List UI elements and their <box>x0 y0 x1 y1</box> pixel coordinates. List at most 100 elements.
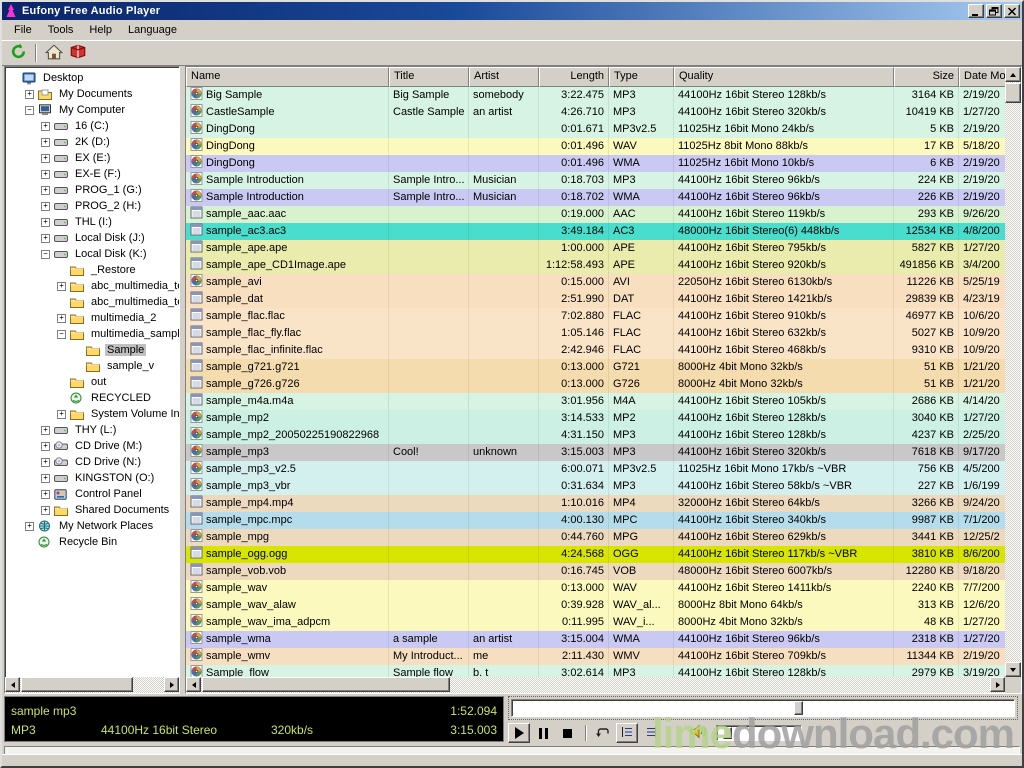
play-button[interactable] <box>508 723 530 743</box>
tree-horizontal-scrollbar[interactable] <box>5 677 179 693</box>
tree-item[interactable]: +PROG_2 (H:) <box>5 198 179 214</box>
table-row[interactable]: Sample IntroductionSample Intro...Musici… <box>186 172 1013 189</box>
table-row[interactable]: sample_wmaa samplean artist3:15.004WMA44… <box>186 631 1013 648</box>
tree-expand-icon[interactable]: + <box>41 426 50 435</box>
tree-expand-icon[interactable]: + <box>41 122 50 131</box>
tree-expand-icon[interactable]: + <box>41 458 50 467</box>
scroll-down-button[interactable] <box>1005 662 1021 677</box>
menu-language[interactable]: Language <box>120 22 185 38</box>
table-row[interactable]: sample_mp3_v2.56:00.071MP3v2.511025Hz 16… <box>186 461 1013 478</box>
table-row[interactable]: sample_g721.g7210:13.000G7218000Hz 4bit … <box>186 359 1013 376</box>
column-header-name[interactable]: Name <box>186 67 389 87</box>
table-row[interactable]: CastleSampleCastle Samplean artist4:26.7… <box>186 104 1013 121</box>
tree-expand-icon[interactable]: + <box>41 506 50 515</box>
table-row[interactable]: sample_mpg0:44.760MPG44100Hz 16bit Stere… <box>186 529 1013 546</box>
table-row[interactable]: sample_flac_infinite.flac2:42.946FLAC441… <box>186 342 1013 359</box>
tree-expand-icon[interactable]: + <box>41 186 50 195</box>
tree-item[interactable]: sample_v <box>5 358 179 374</box>
menu-tools[interactable]: Tools <box>40 22 82 38</box>
volume-slider[interactable] <box>716 725 802 741</box>
tree-item[interactable]: Recycle Bin <box>5 534 179 550</box>
tree-item[interactable]: −My Computer <box>5 102 179 118</box>
tree-item[interactable]: +THL (I:) <box>5 214 179 230</box>
tree-expand-icon[interactable]: + <box>57 314 66 323</box>
table-row[interactable]: sample_wav_alaw0:39.928WAV_al...8000Hz 8… <box>186 597 1013 614</box>
tree-item[interactable]: RECYCLED <box>5 390 179 406</box>
seek-track[interactable] <box>511 699 1015 717</box>
table-row[interactable]: Sample IntroductionSample Intro...Musici… <box>186 189 1013 206</box>
table-row[interactable]: sample_mp3Cool!unknown3:15.003MP344100Hz… <box>186 444 1013 461</box>
table-row[interactable]: sample_mp23:14.533MP244100Hz 16bit Stere… <box>186 410 1013 427</box>
playlist-button[interactable] <box>640 723 662 743</box>
tree-item[interactable]: _Restore <box>5 262 179 278</box>
tree-item[interactable]: +PROG_1 (G:) <box>5 182 179 198</box>
table-row[interactable]: sample_ogg.ogg4:24.568OGG44100Hz 16bit S… <box>186 546 1013 563</box>
seek-slider[interactable] <box>508 696 1018 720</box>
seek-thumb[interactable] <box>794 701 803 715</box>
tree-collapse-icon[interactable]: − <box>57 330 66 339</box>
tree-collapse-icon[interactable]: − <box>25 106 34 115</box>
table-row[interactable]: sample_m4a.m4a3:01.956M4A44100Hz 16bit S… <box>186 393 1013 410</box>
repeat-button[interactable] <box>592 723 614 743</box>
tree-expand-icon[interactable]: + <box>25 90 34 99</box>
table-row[interactable]: sample_mp3_vbr0:31.634MP344100Hz 16bit S… <box>186 478 1013 495</box>
tree-item[interactable]: +CD Drive (M:) <box>5 438 179 454</box>
menu-file[interactable]: File <box>6 22 40 38</box>
table-row[interactable]: sample_dat2:51.990DAT44100Hz 16bit Stere… <box>186 291 1013 308</box>
tree-collapse-icon[interactable]: − <box>41 250 50 259</box>
minimize-button[interactable] <box>968 4 984 18</box>
scroll-up-button[interactable] <box>1005 67 1021 82</box>
table-row[interactable]: sample_g726.g7260:13.000G7268000Hz 4bit … <box>186 376 1013 393</box>
tree-expand-icon[interactable]: + <box>41 442 50 451</box>
list-horizontal-scrollbar[interactable] <box>186 677 1005 693</box>
playlist-repeat-button[interactable] <box>616 723 638 743</box>
tree-item[interactable]: +16 (C:) <box>5 118 179 134</box>
table-row[interactable]: Big SampleBig Samplesomebody3:22.475MP34… <box>186 87 1013 104</box>
table-row[interactable]: sample_wmvMy Introduct...me2:11.430WMV44… <box>186 648 1013 665</box>
table-row[interactable]: sample_wav_ima_adpcm0:11.995WAV_i...8000… <box>186 614 1013 631</box>
tree-item[interactable]: +Local Disk (J:) <box>5 230 179 246</box>
table-row[interactable]: sample_vob.vob0:16.745VOB48000Hz 16bit S… <box>186 563 1013 580</box>
tree-expand-icon[interactable]: + <box>41 218 50 227</box>
tree-item[interactable]: abc_multimedia_tes <box>5 294 179 310</box>
table-row[interactable]: sample_avi0:15.000AVI22050Hz 16bit Stere… <box>186 274 1013 291</box>
volume-thumb[interactable] <box>723 727 732 739</box>
column-header-title[interactable]: Title <box>389 67 469 87</box>
column-header-size[interactable]: Size <box>894 67 959 87</box>
tree-item[interactable]: +multimedia_2 <box>5 310 179 326</box>
tree-item[interactable]: +2K (D:) <box>5 134 179 150</box>
scroll-right-button[interactable] <box>990 677 1005 692</box>
tree-item[interactable]: +Shared Documents <box>5 502 179 518</box>
tree-item[interactable]: −Local Disk (K:) <box>5 246 179 262</box>
tree-item[interactable]: +KINGSTON (O:) <box>5 470 179 486</box>
tree-expand-icon[interactable]: + <box>41 234 50 243</box>
scroll-thumb[interactable] <box>202 677 450 692</box>
tree-expand-icon[interactable]: + <box>41 490 50 499</box>
column-header-quality[interactable]: Quality <box>674 67 894 87</box>
table-row[interactable]: sample_ape_CD1Image.ape1:12:58.493APE441… <box>186 257 1013 274</box>
table-row[interactable]: sample_aac.aac0:19.000AAC44100Hz 16bit S… <box>186 206 1013 223</box>
list-vertical-scrollbar[interactable] <box>1005 67 1021 677</box>
tree-item[interactable]: Sample <box>5 342 179 358</box>
tree-item[interactable]: +CD Drive (N:) <box>5 454 179 470</box>
stop-button[interactable] <box>556 723 578 743</box>
volume-track[interactable] <box>716 725 802 741</box>
tree-expand-icon[interactable]: + <box>41 474 50 483</box>
scroll-thumb[interactable] <box>21 677 133 692</box>
tree-item[interactable]: +abc_multimedia_tes <box>5 278 179 294</box>
menu-help[interactable]: Help <box>81 22 120 38</box>
table-row[interactable]: sample_mp4.mp41:10.016MP432000Hz 16bit S… <box>186 495 1013 512</box>
tree-expand-icon[interactable]: + <box>41 138 50 147</box>
tree-expand-icon[interactable]: + <box>41 154 50 163</box>
scroll-left-button[interactable] <box>186 677 201 692</box>
table-row[interactable]: sample_wav0:13.000WAV44100Hz 16bit Stere… <box>186 580 1013 597</box>
table-row[interactable]: sample_flac_fly.flac1:05.146FLAC44100Hz … <box>186 325 1013 342</box>
tree-expand-icon[interactable]: + <box>57 410 66 419</box>
column-header-type[interactable]: Type <box>609 67 674 87</box>
table-row[interactable]: sample_mp2_200502251908229684:31.150MP34… <box>186 427 1013 444</box>
table-row[interactable]: sample_ape.ape1:00.000APE44100Hz 16bit S… <box>186 240 1013 257</box>
refresh-button[interactable] <box>6 42 30 64</box>
home-button[interactable] <box>42 42 66 64</box>
table-row[interactable]: sample_flac.flac7:02.880FLAC44100Hz 16bi… <box>186 308 1013 325</box>
table-row[interactable]: DingDong0:01.496WMA11025Hz 16bit Mono 10… <box>186 155 1013 172</box>
